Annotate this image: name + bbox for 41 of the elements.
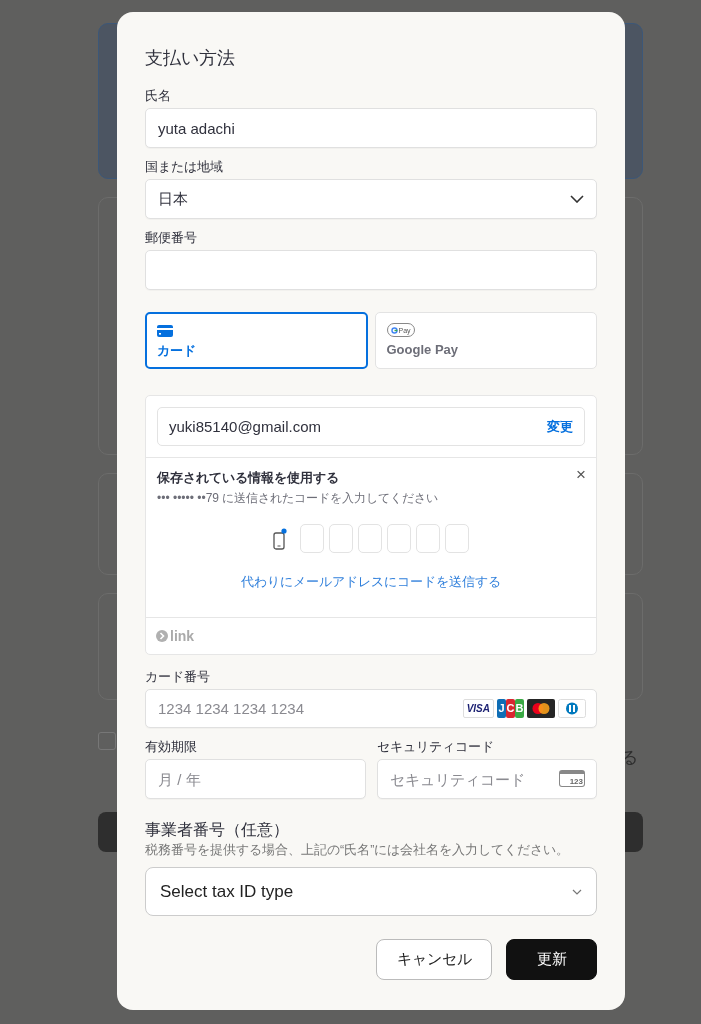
tax-id-select[interactable]: Select tax ID type [145, 867, 597, 916]
text-field[interactable] [145, 250, 597, 290]
chevron-down-icon [570, 195, 584, 203]
field-label: 国または地域 [145, 159, 224, 175]
send-email-link[interactable]: 代わりにメールアドレスにコードを送信する [241, 574, 501, 591]
change-link[interactable]: 変更 [547, 417, 573, 436]
field-label: 有効期限 [145, 739, 198, 755]
update-button[interactable]: 更新 [506, 939, 597, 980]
close-button[interactable]: × [576, 466, 586, 484]
code-instruction: ••• ••••• ••79 に送信されたコードを入力してください [157, 490, 440, 507]
chevron-down-icon [572, 888, 582, 895]
dialog-title: 支払い方法 [145, 47, 236, 70]
code-digit-field[interactable] [416, 524, 440, 553]
country-select[interactable]: 日本 [145, 179, 597, 219]
text-field[interactable]: yuta adachi [145, 108, 597, 148]
field-label: セキュリティコード [376, 739, 495, 755]
visa-logo: VISA [462, 699, 494, 718]
card-back-icon: 123 [559, 770, 585, 787]
cancel-button[interactable]: キャンセル [376, 939, 492, 980]
email-text: yuki85140@gmail.com [169, 418, 321, 435]
code-digit-field[interactable] [300, 524, 324, 553]
field-label: 氏名 [145, 88, 172, 104]
code-digit-field[interactable] [387, 524, 411, 553]
checkbox[interactable] [98, 732, 116, 750]
tax-id-hint: 税務番号を提供する場合、上記の“氏名”には会社名を入力してください。 [145, 842, 571, 858]
email-field[interactable]: yuki85140@gmail.com 変更 [157, 407, 585, 446]
diners-logo [558, 699, 586, 718]
field-label: 郵便番号 [145, 230, 198, 246]
mastercard-logo [527, 699, 555, 718]
phone-icon [273, 527, 287, 550]
payment-tab[interactable]: カード [145, 312, 368, 369]
code-digit-field[interactable] [358, 524, 382, 553]
code-digit-field[interactable] [329, 524, 353, 553]
expiry-field[interactable]: 月 / 年 [145, 759, 366, 799]
tax-id-heading: 事業者番号（任意） [145, 820, 290, 840]
saved-info-title: 保存されている情報を使用する [157, 469, 339, 487]
code-digit-field[interactable] [445, 524, 469, 553]
field-label: カード番号 [145, 669, 211, 685]
credit-card-icon [157, 325, 173, 337]
jcb-logo: JCB [497, 699, 524, 718]
link-logo: link [156, 628, 195, 644]
